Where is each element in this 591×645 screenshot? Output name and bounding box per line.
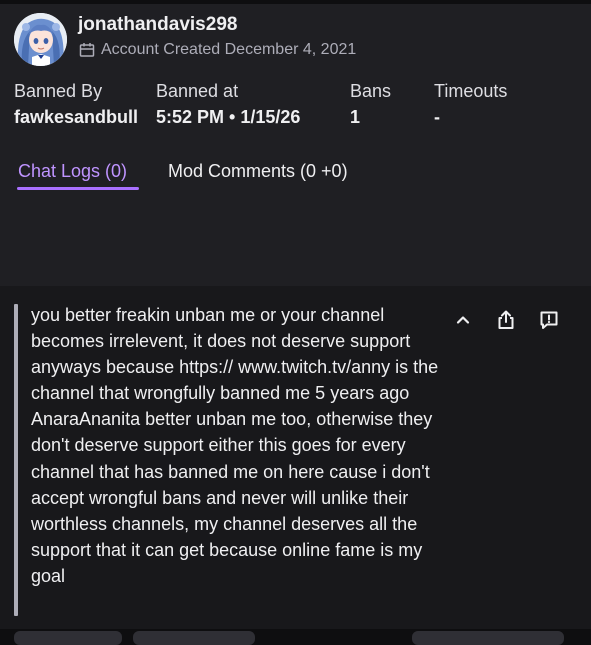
stat-value-banned-at: 5:52 PM • 1/15/26	[156, 107, 301, 127]
user-avatar[interactable]	[14, 13, 67, 66]
active-tab-indicator	[17, 187, 139, 190]
stat-value-bans: 1	[350, 107, 361, 127]
bottom-action-button-2[interactable]	[133, 631, 255, 645]
account-created-text: Account Created December 4, 2021	[101, 41, 357, 58]
ban-message-text: you better freakin unban me or your chan…	[31, 305, 439, 586]
account-created-row: Account Created December 4, 2021	[79, 40, 356, 60]
stat-label-timeouts: Timeouts	[434, 81, 508, 101]
bottom-action-button-1[interactable]	[14, 631, 122, 645]
message-quote-bar	[14, 304, 18, 616]
chevron-up-icon	[456, 316, 470, 324]
share-button[interactable]	[492, 306, 520, 334]
stat-label-bans: Bans	[350, 81, 392, 101]
tab-chat-logs[interactable]: Chat Logs (0)	[18, 161, 127, 182]
stat-value-banned-by[interactable]: fawkesandbull	[14, 107, 138, 128]
stat-label-banned-by: Banned By	[14, 81, 103, 101]
stat-label-banned-at: Banned at	[156, 81, 239, 101]
anime-avatar-icon	[14, 13, 67, 66]
stat-value-timeouts: -	[434, 107, 440, 127]
tab-mod-comments[interactable]: Mod Comments (0 +0)	[168, 161, 348, 182]
share-icon	[498, 310, 514, 329]
username[interactable]: jonathandavis298	[78, 14, 237, 36]
report-button[interactable]	[535, 306, 563, 334]
bottom-action-button-3[interactable]	[412, 631, 564, 645]
report-icon	[540, 311, 558, 329]
collapse-button[interactable]	[449, 306, 477, 334]
calendar-icon	[79, 43, 95, 57]
